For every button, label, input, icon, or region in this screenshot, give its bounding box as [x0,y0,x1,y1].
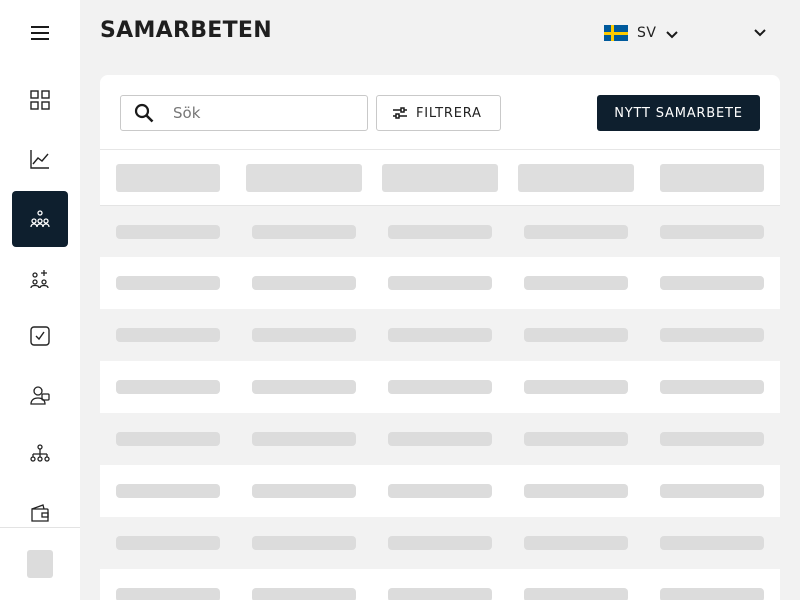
toolbar-divider [100,149,780,150]
sidebar-item-dashboard[interactable] [12,72,68,128]
collaborations-card: FILTRERA NYTT SAMARBETE [100,75,780,600]
filter-button[interactable]: FILTRERA [376,95,501,131]
search-input[interactable] [173,104,353,122]
skeleton-cell [252,225,356,239]
skeleton-cell [252,432,356,446]
filter-button-label: FILTRERA [416,105,482,121]
sidebar-item-collaborations[interactable] [12,191,68,247]
skeleton-cell [660,380,764,394]
skeleton-cell [524,484,628,498]
skeleton-cell [388,536,492,550]
wallet-icon [30,503,50,523]
skeleton-cell [116,484,220,498]
skeleton-cell [660,328,764,342]
skeleton-cell [252,380,356,394]
skeleton-cell [660,276,764,290]
skeleton-cell [252,276,356,290]
people-add-icon [30,268,50,288]
skeleton-header-cell [382,164,498,192]
table-row [100,205,780,257]
sidebar-item-tasks[interactable] [12,308,68,364]
skeleton-cell [524,328,628,342]
skeleton-cell [524,536,628,550]
skeleton-cell [524,225,628,239]
skeleton-header-cell [116,164,220,192]
skeleton-cell [524,588,628,600]
skeleton-cell [252,484,356,498]
skeleton-cell [252,328,356,342]
checkbox-icon [30,326,50,346]
search-icon [134,103,154,123]
skeleton-cell [524,432,628,446]
skeleton-cell [388,432,492,446]
skeleton-cell [116,432,220,446]
sidebar-divider [0,527,80,528]
chevron-down-icon [666,24,679,43]
page-title: SAMARBETEN [100,18,272,43]
table-row [100,465,780,517]
people-network-icon [30,209,50,229]
search-field[interactable] [120,95,368,131]
line-chart-icon [30,149,50,169]
sidebar [0,0,80,600]
hamburger-menu-icon[interactable] [20,13,60,53]
skeleton-cell [660,536,764,550]
skeleton-cell [660,225,764,239]
skeleton-cell [116,328,220,342]
contact-icon [30,385,50,405]
skeleton-cell [116,536,220,550]
table-row [100,569,780,600]
filter-sliders-icon [392,106,408,120]
skeleton-header-cell [246,164,362,192]
table-row [100,309,780,361]
skeleton-cell [660,484,764,498]
sidebar-item-partners[interactable] [12,250,68,306]
skeleton-cell [388,225,492,239]
skeleton-header-cell [660,164,764,192]
avatar[interactable] [27,550,53,578]
table-row [100,361,780,413]
skeleton-cell [524,276,628,290]
skeleton-cell [660,588,764,600]
skeleton-cell [116,380,220,394]
sweden-flag-icon [604,25,628,41]
table-row [100,257,780,309]
new-collaboration-button[interactable]: NYTT SAMARBETE [597,95,760,131]
skeleton-header-cell [518,164,634,192]
language-code: SV [637,25,657,41]
skeleton-cell [252,588,356,600]
skeleton-cell [388,380,492,394]
sidebar-item-wallet[interactable] [12,485,68,541]
skeleton-cell [660,432,764,446]
skeleton-cell [388,328,492,342]
skeleton-cell [116,276,220,290]
table-row [100,413,780,465]
user-menu-chevron-down-icon[interactable] [750,23,770,43]
sidebar-item-contacts[interactable] [12,367,68,423]
skeleton-cell [524,380,628,394]
table-row [100,517,780,569]
skeleton-cell [388,276,492,290]
language-selector[interactable]: SV [604,22,679,44]
skeleton-cell [116,225,220,239]
skeleton-cell [388,588,492,600]
grid-icon [30,90,50,110]
skeleton-cell [388,484,492,498]
sidebar-item-analytics[interactable] [12,131,68,187]
skeleton-cell [252,536,356,550]
skeleton-cell [116,588,220,600]
sidebar-item-organization[interactable] [12,426,68,482]
org-tree-icon [30,444,50,464]
